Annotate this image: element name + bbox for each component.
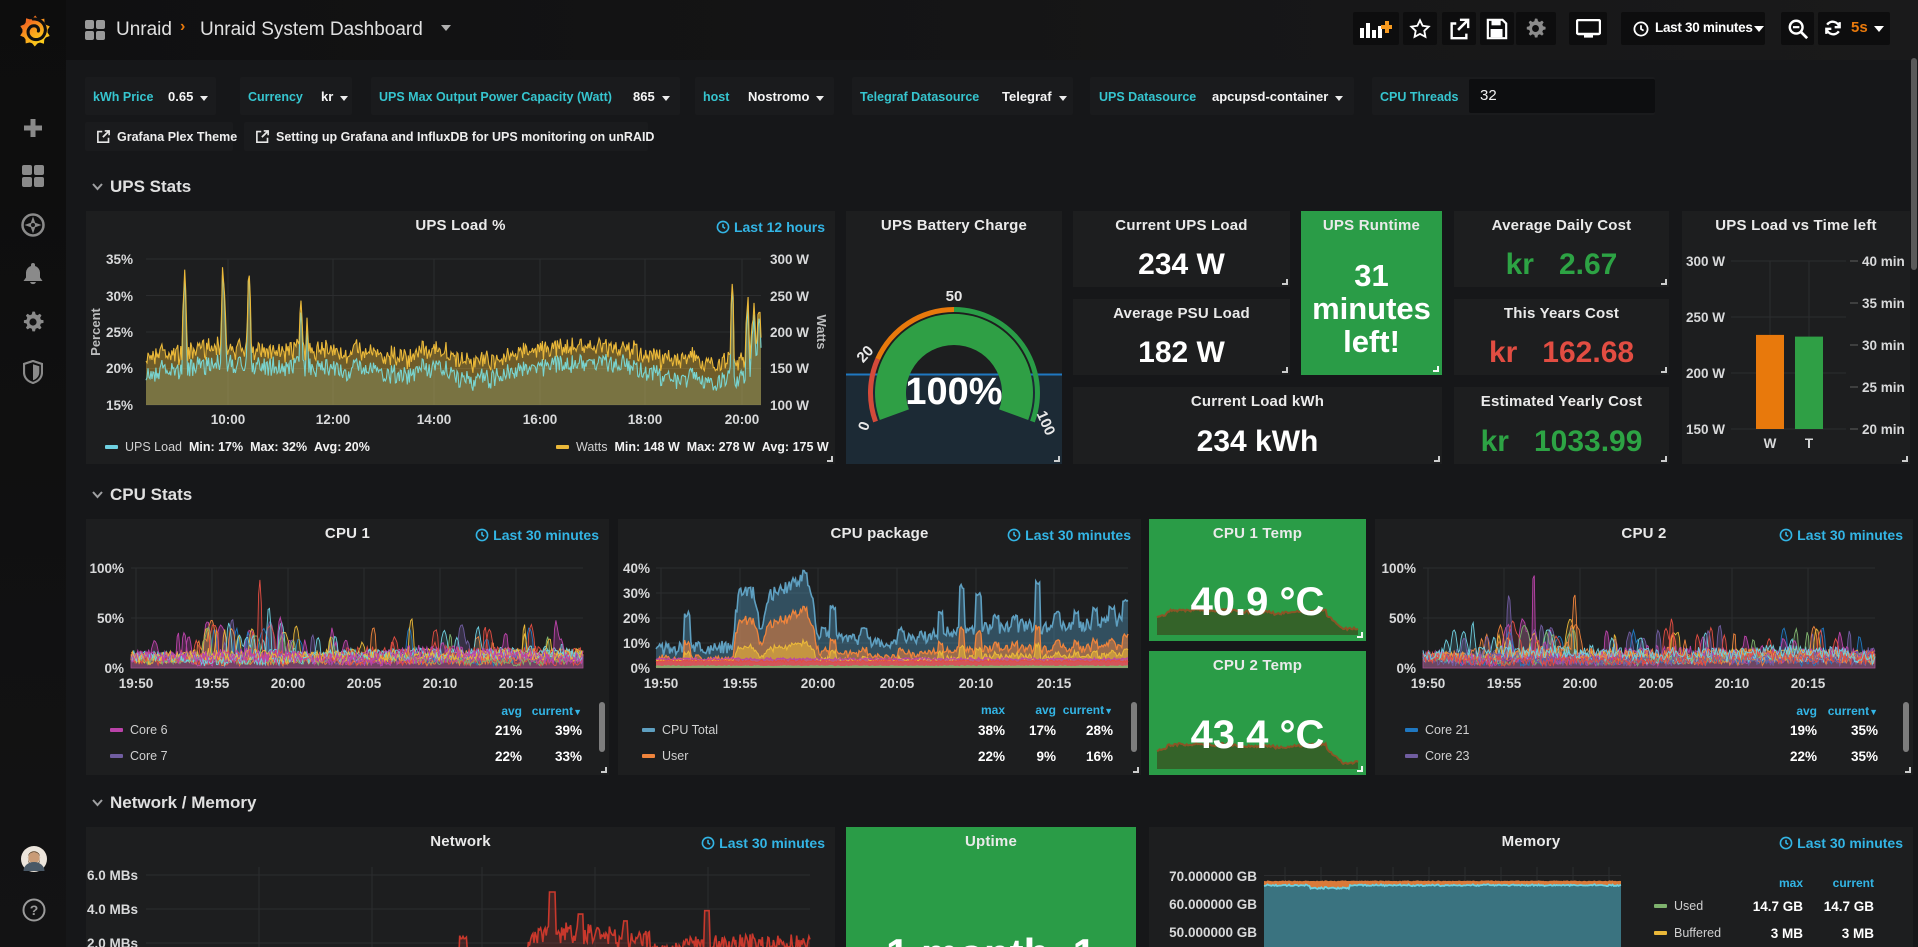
svg-text:100%: 100%	[1381, 561, 1416, 576]
svg-text:150 W: 150 W	[770, 361, 809, 376]
svg-text:200 W: 200 W	[1686, 366, 1725, 381]
svg-text:20%: 20%	[623, 611, 650, 626]
svg-text:19:50: 19:50	[1411, 676, 1446, 691]
svg-text:300 W: 300 W	[770, 252, 809, 267]
svg-text:70.000000 GB: 70.000000 GB	[1169, 869, 1257, 884]
svg-text:16:00: 16:00	[523, 412, 558, 427]
svg-text:20:05: 20:05	[1639, 676, 1674, 691]
svg-text:20%: 20%	[106, 361, 133, 376]
svg-text:250 W: 250 W	[1686, 310, 1725, 325]
svg-text:30%: 30%	[106, 289, 133, 304]
svg-text:19:50: 19:50	[119, 676, 154, 691]
svg-text:30 min: 30 min	[1862, 338, 1905, 353]
svg-text:20:00: 20:00	[725, 412, 760, 427]
svg-text:250 W: 250 W	[770, 289, 809, 304]
svg-text:0%: 0%	[630, 661, 650, 676]
svg-text:100 W: 100 W	[770, 398, 809, 413]
svg-text:20:00: 20:00	[1563, 676, 1598, 691]
svg-text:20: 20	[853, 342, 877, 366]
svg-text:0: 0	[855, 419, 874, 433]
svg-text:6.0 MBs: 6.0 MBs	[87, 868, 138, 883]
svg-text:50.000000 GB: 50.000000 GB	[1169, 925, 1257, 940]
svg-text:300 W: 300 W	[1686, 254, 1725, 269]
svg-text:4.0 MBs: 4.0 MBs	[87, 902, 138, 917]
svg-text:30%: 30%	[623, 586, 650, 601]
svg-text:20:05: 20:05	[880, 676, 915, 691]
svg-text:Percent: Percent	[88, 307, 103, 355]
svg-text:50%: 50%	[97, 611, 124, 626]
svg-text:2.0 MBs: 2.0 MBs	[87, 936, 138, 947]
svg-text:20:10: 20:10	[959, 676, 994, 691]
svg-text:19:50: 19:50	[644, 676, 679, 691]
svg-text:35%: 35%	[106, 252, 133, 267]
svg-text:20:10: 20:10	[423, 676, 458, 691]
svg-text:40%: 40%	[623, 561, 650, 576]
svg-text:19:55: 19:55	[1487, 676, 1522, 691]
svg-text:20:15: 20:15	[1791, 676, 1826, 691]
svg-text:25 min: 25 min	[1862, 380, 1905, 395]
svg-text:19:55: 19:55	[723, 676, 758, 691]
svg-text:20:10: 20:10	[1715, 676, 1750, 691]
svg-text:?: ?	[30, 902, 39, 918]
svg-text:14:00: 14:00	[417, 412, 452, 427]
svg-text:20 min: 20 min	[1862, 422, 1905, 437]
svg-text:W: W	[1764, 436, 1777, 451]
svg-text:20:15: 20:15	[499, 676, 534, 691]
svg-text:10%: 10%	[623, 636, 650, 651]
svg-text:100%: 100%	[89, 561, 124, 576]
svg-text:200 W: 200 W	[770, 325, 809, 340]
svg-text:50%: 50%	[1389, 611, 1416, 626]
svg-text:19:55: 19:55	[195, 676, 230, 691]
svg-text:50: 50	[946, 288, 963, 305]
svg-text:18:00: 18:00	[628, 412, 663, 427]
svg-text:60.000000 GB: 60.000000 GB	[1169, 897, 1257, 912]
svg-text:20:15: 20:15	[1037, 676, 1072, 691]
svg-text:35 min: 35 min	[1862, 296, 1905, 311]
svg-text:20:00: 20:00	[271, 676, 306, 691]
svg-text:150 W: 150 W	[1686, 422, 1725, 437]
svg-text:20:00: 20:00	[801, 676, 836, 691]
svg-text:0%: 0%	[104, 661, 124, 676]
svg-text:20:05: 20:05	[347, 676, 382, 691]
svg-text:Watts: Watts	[814, 315, 829, 350]
svg-text:0%: 0%	[1396, 661, 1416, 676]
svg-text:T: T	[1805, 436, 1814, 451]
svg-text:10:00: 10:00	[211, 412, 246, 427]
svg-text:25%: 25%	[106, 325, 133, 340]
svg-text:15%: 15%	[106, 398, 133, 413]
svg-text:12:00: 12:00	[316, 412, 351, 427]
svg-text:40 min: 40 min	[1862, 254, 1905, 269]
